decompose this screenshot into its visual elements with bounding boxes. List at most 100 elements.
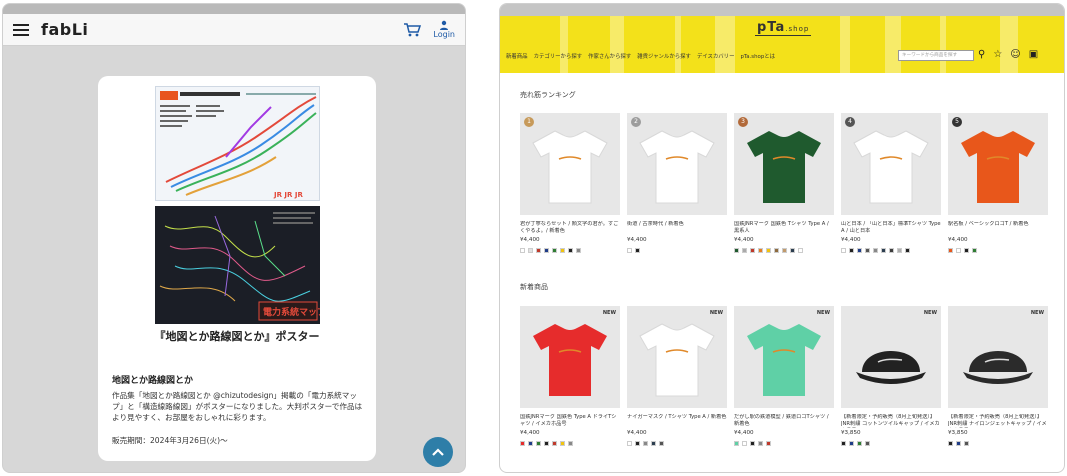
ranking-product-card[interactable]: 1 君が丁寧ならセット / 顔文字の君が。すごくやるよ。/ 新着色 ¥4,400 bbox=[520, 113, 620, 253]
color-swatch[interactable] bbox=[841, 441, 846, 446]
product-name[interactable]: ナイガーマスク / Tシャツ Type A / 新着色 bbox=[627, 414, 727, 428]
product-image[interactable]: NEW bbox=[841, 306, 941, 408]
product-image[interactable]: NEW bbox=[948, 306, 1048, 408]
new-product-card[interactable]: NEW ナイガーマスク / Tシャツ Type A / 新着色 ¥4,400 bbox=[627, 306, 727, 446]
color-swatch[interactable] bbox=[865, 248, 870, 253]
nav-new[interactable]: 新着商品 bbox=[506, 52, 528, 60]
color-swatch[interactable] bbox=[857, 441, 862, 446]
color-swatch[interactable] bbox=[568, 441, 573, 446]
product-name[interactable]: 国鉄JNRマーク 国鉄色 Type A ドライTシャツ / イメカホ品号 bbox=[520, 414, 620, 428]
product-image[interactable]: 1 bbox=[520, 113, 620, 215]
new-product-card[interactable]: NEW 【新着限定・予約販売（8月上旬発送）】JNR刺繍 コットンツイルキャップ … bbox=[841, 306, 941, 446]
color-swatch[interactable] bbox=[766, 248, 771, 253]
color-swatch[interactable] bbox=[972, 248, 977, 253]
color-swatch[interactable] bbox=[964, 248, 969, 253]
scroll-top-button[interactable] bbox=[423, 437, 453, 467]
color-swatch[interactable] bbox=[576, 248, 581, 253]
color-swatch[interactable] bbox=[897, 248, 902, 253]
cart-icon[interactable] bbox=[403, 22, 422, 38]
brand-logo[interactable]: fabLi bbox=[41, 20, 88, 39]
new-product-card[interactable]: NEW だがし駅の鉄道模型 / 鉄道ロゴTシャツ / 新着色 ¥4,400 bbox=[734, 306, 834, 446]
new-product-card[interactable]: NEW 国鉄JNRマーク 国鉄色 Type A ドライTシャツ / イメカホ品号 ¥… bbox=[520, 306, 620, 446]
color-swatch[interactable] bbox=[750, 441, 755, 446]
product-image[interactable]: NEW bbox=[520, 306, 620, 408]
ranking-product-card[interactable]: 5 駅名板 / ベーシックロゴT / 新着色 ¥4,400 bbox=[948, 113, 1048, 253]
color-swatch[interactable] bbox=[881, 248, 886, 253]
login-button[interactable]: Login bbox=[433, 20, 455, 39]
color-swatch[interactable] bbox=[873, 248, 878, 253]
product-name[interactable]: 【新着限定・予約販売（8月上旬発送）】JNR刺繍 コットンツイルキャップ / イ… bbox=[841, 414, 941, 428]
color-swatch[interactable] bbox=[635, 441, 640, 446]
color-swatch[interactable] bbox=[651, 441, 656, 446]
shop-logo[interactable]: pTa.shop bbox=[755, 20, 812, 36]
color-swatch[interactable] bbox=[742, 248, 747, 253]
color-swatch[interactable] bbox=[544, 441, 549, 446]
color-swatch[interactable] bbox=[552, 441, 557, 446]
new-product-card[interactable]: NEW 【新着限定・予約販売（8月上旬発送）】JNR刺繍 ナイロンジェットキャップ… bbox=[948, 306, 1048, 446]
color-swatch[interactable] bbox=[758, 248, 763, 253]
product-name[interactable]: 街道 / 古茶時代 / 新着色 bbox=[627, 221, 727, 235]
color-swatch[interactable] bbox=[849, 248, 854, 253]
color-swatch[interactable] bbox=[889, 248, 894, 253]
color-swatch[interactable] bbox=[865, 441, 870, 446]
color-swatch[interactable] bbox=[948, 248, 953, 253]
color-swatch[interactable] bbox=[627, 248, 632, 253]
color-swatch[interactable] bbox=[758, 441, 763, 446]
ranking-product-card[interactable]: 3 国鉄JNRマーク 国鉄色 Tシャツ Type A / 黒系人 ¥4,400 bbox=[734, 113, 834, 253]
color-swatch[interactable] bbox=[956, 248, 961, 253]
menu-icon[interactable] bbox=[13, 23, 29, 36]
color-swatch[interactable] bbox=[742, 441, 747, 446]
color-swatch[interactable] bbox=[560, 248, 565, 253]
search-icon[interactable]: ⚲ bbox=[978, 49, 985, 61]
color-swatch[interactable] bbox=[643, 441, 648, 446]
search-input[interactable]: キーワードから商品を探す bbox=[898, 50, 974, 61]
color-swatch[interactable] bbox=[627, 441, 632, 446]
color-swatch[interactable] bbox=[734, 248, 739, 253]
account-icon[interactable]: ☺ bbox=[1010, 49, 1020, 61]
product-name[interactable]: 駅名板 / ベーシックロゴT / 新着色 bbox=[948, 221, 1048, 235]
color-swatch[interactable] bbox=[956, 441, 961, 446]
product-image[interactable]: 5 bbox=[948, 113, 1048, 215]
color-swatch[interactable] bbox=[520, 441, 525, 446]
color-swatch[interactable] bbox=[964, 441, 969, 446]
color-swatch[interactable] bbox=[948, 441, 953, 446]
ranking-product-card[interactable]: 4 山と日本 / 「山と日本」標準Tシャツ Type A / 山と日本 ¥4,400 bbox=[841, 113, 941, 253]
color-swatch[interactable] bbox=[841, 248, 846, 253]
color-swatch[interactable] bbox=[536, 248, 541, 253]
product-name[interactable]: 山と日本 / 「山と日本」標準Tシャツ Type A / 山と日本 bbox=[841, 221, 941, 235]
color-swatch[interactable] bbox=[659, 441, 664, 446]
color-swatch[interactable] bbox=[528, 248, 533, 253]
color-swatch[interactable] bbox=[552, 248, 557, 253]
color-swatch[interactable] bbox=[528, 441, 533, 446]
color-swatch[interactable] bbox=[774, 248, 779, 253]
color-swatch[interactable] bbox=[782, 248, 787, 253]
color-swatch[interactable] bbox=[766, 441, 771, 446]
poster-image-power-map[interactable]: 電力系統マップ bbox=[155, 206, 320, 324]
product-image[interactable]: 2 bbox=[627, 113, 727, 215]
color-swatch[interactable] bbox=[734, 441, 739, 446]
product-name[interactable]: 【新着限定・予約販売（8月上旬発送）】JNR刺繍 ナイロンジェットキャップ / … bbox=[948, 414, 1048, 428]
color-swatch[interactable] bbox=[520, 248, 525, 253]
poster-image-route-map[interactable]: JR JR JR bbox=[155, 86, 320, 201]
product-name[interactable]: だがし駅の鉄道模型 / 鉄道ロゴTシャツ / 新着色 bbox=[734, 414, 834, 428]
color-swatch[interactable] bbox=[905, 248, 910, 253]
color-swatch[interactable] bbox=[635, 248, 640, 253]
color-swatch[interactable] bbox=[750, 248, 755, 253]
product-name[interactable]: 君が丁寧ならセット / 顔文字の君が。すごくやるよ。/ 新着色 bbox=[520, 221, 620, 235]
nav-genre[interactable]: 雑貨ジャンルから探す bbox=[637, 52, 691, 60]
favorite-icon[interactable]: ☆ bbox=[993, 49, 1002, 61]
cart-icon[interactable]: ▣ bbox=[1029, 49, 1038, 61]
color-swatch[interactable] bbox=[544, 248, 549, 253]
nav-artist[interactable]: 作家さんから探す bbox=[588, 52, 631, 60]
nav-discovery[interactable]: デイスカバリー bbox=[697, 52, 735, 60]
product-image[interactable]: 4 bbox=[841, 113, 941, 215]
color-swatch[interactable] bbox=[568, 248, 573, 253]
ranking-product-card[interactable]: 2 街道 / 古茶時代 / 新着色 ¥4,400 bbox=[627, 113, 727, 253]
color-swatch[interactable] bbox=[560, 441, 565, 446]
product-name[interactable]: 国鉄JNRマーク 国鉄色 Tシャツ Type A / 黒系人 bbox=[734, 221, 834, 235]
color-swatch[interactable] bbox=[857, 248, 862, 253]
color-swatch[interactable] bbox=[798, 248, 803, 253]
color-swatch[interactable] bbox=[790, 248, 795, 253]
color-swatch[interactable] bbox=[536, 441, 541, 446]
product-image[interactable]: NEW bbox=[734, 306, 834, 408]
